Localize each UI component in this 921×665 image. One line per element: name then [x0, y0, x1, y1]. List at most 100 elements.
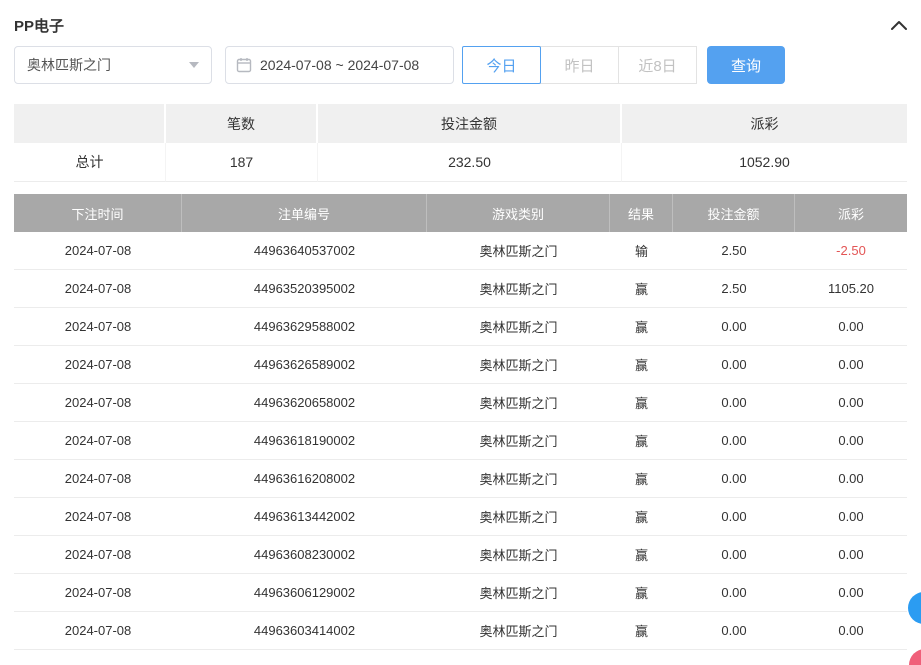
header-bet-amount: 投注金额: [673, 194, 795, 232]
header-payout: 派彩: [795, 194, 907, 232]
cell-result: 输: [610, 232, 673, 270]
table-row: 2024-07-0844963520395002奥林匹斯之门赢2.501105.…: [14, 270, 907, 308]
cell-result: 赢: [610, 460, 673, 498]
filter-row: 奥林匹斯之门 2024-07-08 ~ 2024-07-08 今日 昨日 近8日…: [14, 46, 907, 84]
cell-payout: -2.50: [795, 232, 907, 270]
cell-game-type: 奥林匹斯之门: [427, 422, 610, 460]
summary-header-row: 笔数 投注金额 派彩: [14, 104, 907, 143]
cell-payout: 0.00: [795, 498, 907, 536]
cell-bet-amount: 0.00: [673, 574, 795, 612]
cell-payout: 0.00: [795, 384, 907, 422]
table-row: 2024-07-0844963608230002奥林匹斯之门赢0.000.00: [14, 536, 907, 574]
cell-game-type: 奥林匹斯之门: [427, 498, 610, 536]
floating-promo-button[interactable]: [909, 649, 921, 665]
cell-bet-amount: 0.00: [673, 498, 795, 536]
cell-bet-amount: 0.00: [673, 384, 795, 422]
cell-payout: 0.00: [795, 612, 907, 650]
collapse-icon[interactable]: [891, 20, 907, 30]
cell-payout: 0.00: [795, 574, 907, 612]
game-select-value: 奥林匹斯之门: [27, 55, 111, 75]
cell-payout: 0.00: [795, 422, 907, 460]
query-button[interactable]: 查询: [707, 46, 785, 84]
cell-result: 赢: [610, 308, 673, 346]
cell-bet-id: 44963640537002: [182, 232, 427, 270]
cell-bet-id: 44963606129002: [182, 574, 427, 612]
cell-bet-amount: 0.00: [673, 346, 795, 384]
summary-table: 笔数 投注金额 派彩 总计 187 232.50 1052.90: [14, 104, 907, 182]
cell-bet-amount: 0.00: [673, 308, 795, 346]
table-row: 2024-07-0844963620658002奥林匹斯之门赢0.000.00: [14, 384, 907, 422]
last-8-days-button[interactable]: 近8日: [618, 46, 697, 84]
cell-bet-amount: 0.00: [673, 422, 795, 460]
summary-payout-value: 1052.90: [622, 143, 907, 182]
table-row: 2024-07-0844963618190002奥林匹斯之门赢0.000.00: [14, 422, 907, 460]
summary-header-empty: [14, 104, 166, 143]
cell-bet-id: 44963603414002: [182, 612, 427, 650]
table-row: 2024-07-0844963640537002奥林匹斯之门输2.50-2.50: [14, 232, 907, 270]
cell-game-type: 奥林匹斯之门: [427, 574, 610, 612]
cell-result: 赢: [610, 384, 673, 422]
cell-payout: 0.00: [795, 308, 907, 346]
floating-service-button[interactable]: [908, 592, 921, 624]
table-row: 2024-07-0844963603414002奥林匹斯之门赢0.000.00: [14, 612, 907, 650]
cell-bet-amount: 0.00: [673, 460, 795, 498]
cell-result: 赢: [610, 346, 673, 384]
cell-bet-id: 44963620658002: [182, 384, 427, 422]
bet-records-table: 下注时间 注单编号 游戏类别 结果 投注金额 派彩 2024-07-084496…: [14, 194, 907, 650]
cell-game-type: 奥林匹斯之门: [427, 460, 610, 498]
summary-bet-amount-value: 232.50: [318, 143, 622, 182]
table-row: 2024-07-0844963626589002奥林匹斯之门赢0.000.00: [14, 346, 907, 384]
cell-payout: 0.00: [795, 536, 907, 574]
cell-bet-time: 2024-07-08: [14, 308, 182, 346]
today-button[interactable]: 今日: [462, 46, 541, 84]
cell-game-type: 奥林匹斯之门: [427, 270, 610, 308]
date-range-picker[interactable]: 2024-07-08 ~ 2024-07-08: [225, 46, 454, 84]
chevron-down-icon: [189, 62, 199, 68]
table-row: 2024-07-0844963629588002奥林匹斯之门赢0.000.00: [14, 308, 907, 346]
cell-result: 赢: [610, 612, 673, 650]
cell-bet-time: 2024-07-08: [14, 346, 182, 384]
calendar-icon: [236, 57, 252, 73]
header-game-type: 游戏类别: [427, 194, 610, 232]
cell-bet-time: 2024-07-08: [14, 574, 182, 612]
header-bet-id: 注单编号: [182, 194, 427, 232]
cell-bet-time: 2024-07-08: [14, 460, 182, 498]
cell-bet-time: 2024-07-08: [14, 612, 182, 650]
table-row: 2024-07-0844963606129002奥林匹斯之门赢0.000.00: [14, 574, 907, 612]
summary-header-bet-amount: 投注金额: [318, 104, 622, 143]
cell-result: 赢: [610, 536, 673, 574]
cell-game-type: 奥林匹斯之门: [427, 384, 610, 422]
cell-bet-id: 44963616208002: [182, 460, 427, 498]
cell-payout: 1105.20: [795, 270, 907, 308]
bet-table-header-row: 下注时间 注单编号 游戏类别 结果 投注金额 派彩: [14, 194, 907, 232]
header-result: 结果: [610, 194, 673, 232]
summary-header-payout: 派彩: [622, 104, 907, 143]
cell-bet-amount: 2.50: [673, 232, 795, 270]
cell-bet-time: 2024-07-08: [14, 232, 182, 270]
cell-payout: 0.00: [795, 346, 907, 384]
cell-bet-time: 2024-07-08: [14, 384, 182, 422]
summary-total-row: 总计 187 232.50 1052.90: [14, 143, 907, 182]
table-row: 2024-07-0844963613442002奥林匹斯之门赢0.000.00: [14, 498, 907, 536]
game-select[interactable]: 奥林匹斯之门: [14, 46, 212, 84]
bet-table-body: 2024-07-0844963640537002奥林匹斯之门输2.50-2.50…: [14, 232, 907, 650]
cell-bet-time: 2024-07-08: [14, 536, 182, 574]
cell-bet-id: 44963629588002: [182, 308, 427, 346]
cell-game-type: 奥林匹斯之门: [427, 232, 610, 270]
summary-count-value: 187: [166, 143, 318, 182]
cell-bet-id: 44963608230002: [182, 536, 427, 574]
cell-payout: 0.00: [795, 460, 907, 498]
cell-result: 赢: [610, 270, 673, 308]
cell-result: 赢: [610, 422, 673, 460]
cell-bet-amount: 0.00: [673, 536, 795, 574]
pp-electronic-panel: PP电子 奥林匹斯之门 2024-07-08 ~ 2024-07-08 今日 昨…: [0, 0, 921, 665]
cell-bet-id: 44963613442002: [182, 498, 427, 536]
yesterday-button[interactable]: 昨日: [540, 46, 619, 84]
table-row: 2024-07-0844963616208002奥林匹斯之门赢0.000.00: [14, 460, 907, 498]
cell-bet-id: 44963618190002: [182, 422, 427, 460]
cell-bet-id: 44963626589002: [182, 346, 427, 384]
summary-header-count: 笔数: [166, 104, 318, 143]
cell-bet-time: 2024-07-08: [14, 422, 182, 460]
date-range-value: 2024-07-08 ~ 2024-07-08: [260, 57, 419, 73]
cell-game-type: 奥林匹斯之门: [427, 536, 610, 574]
